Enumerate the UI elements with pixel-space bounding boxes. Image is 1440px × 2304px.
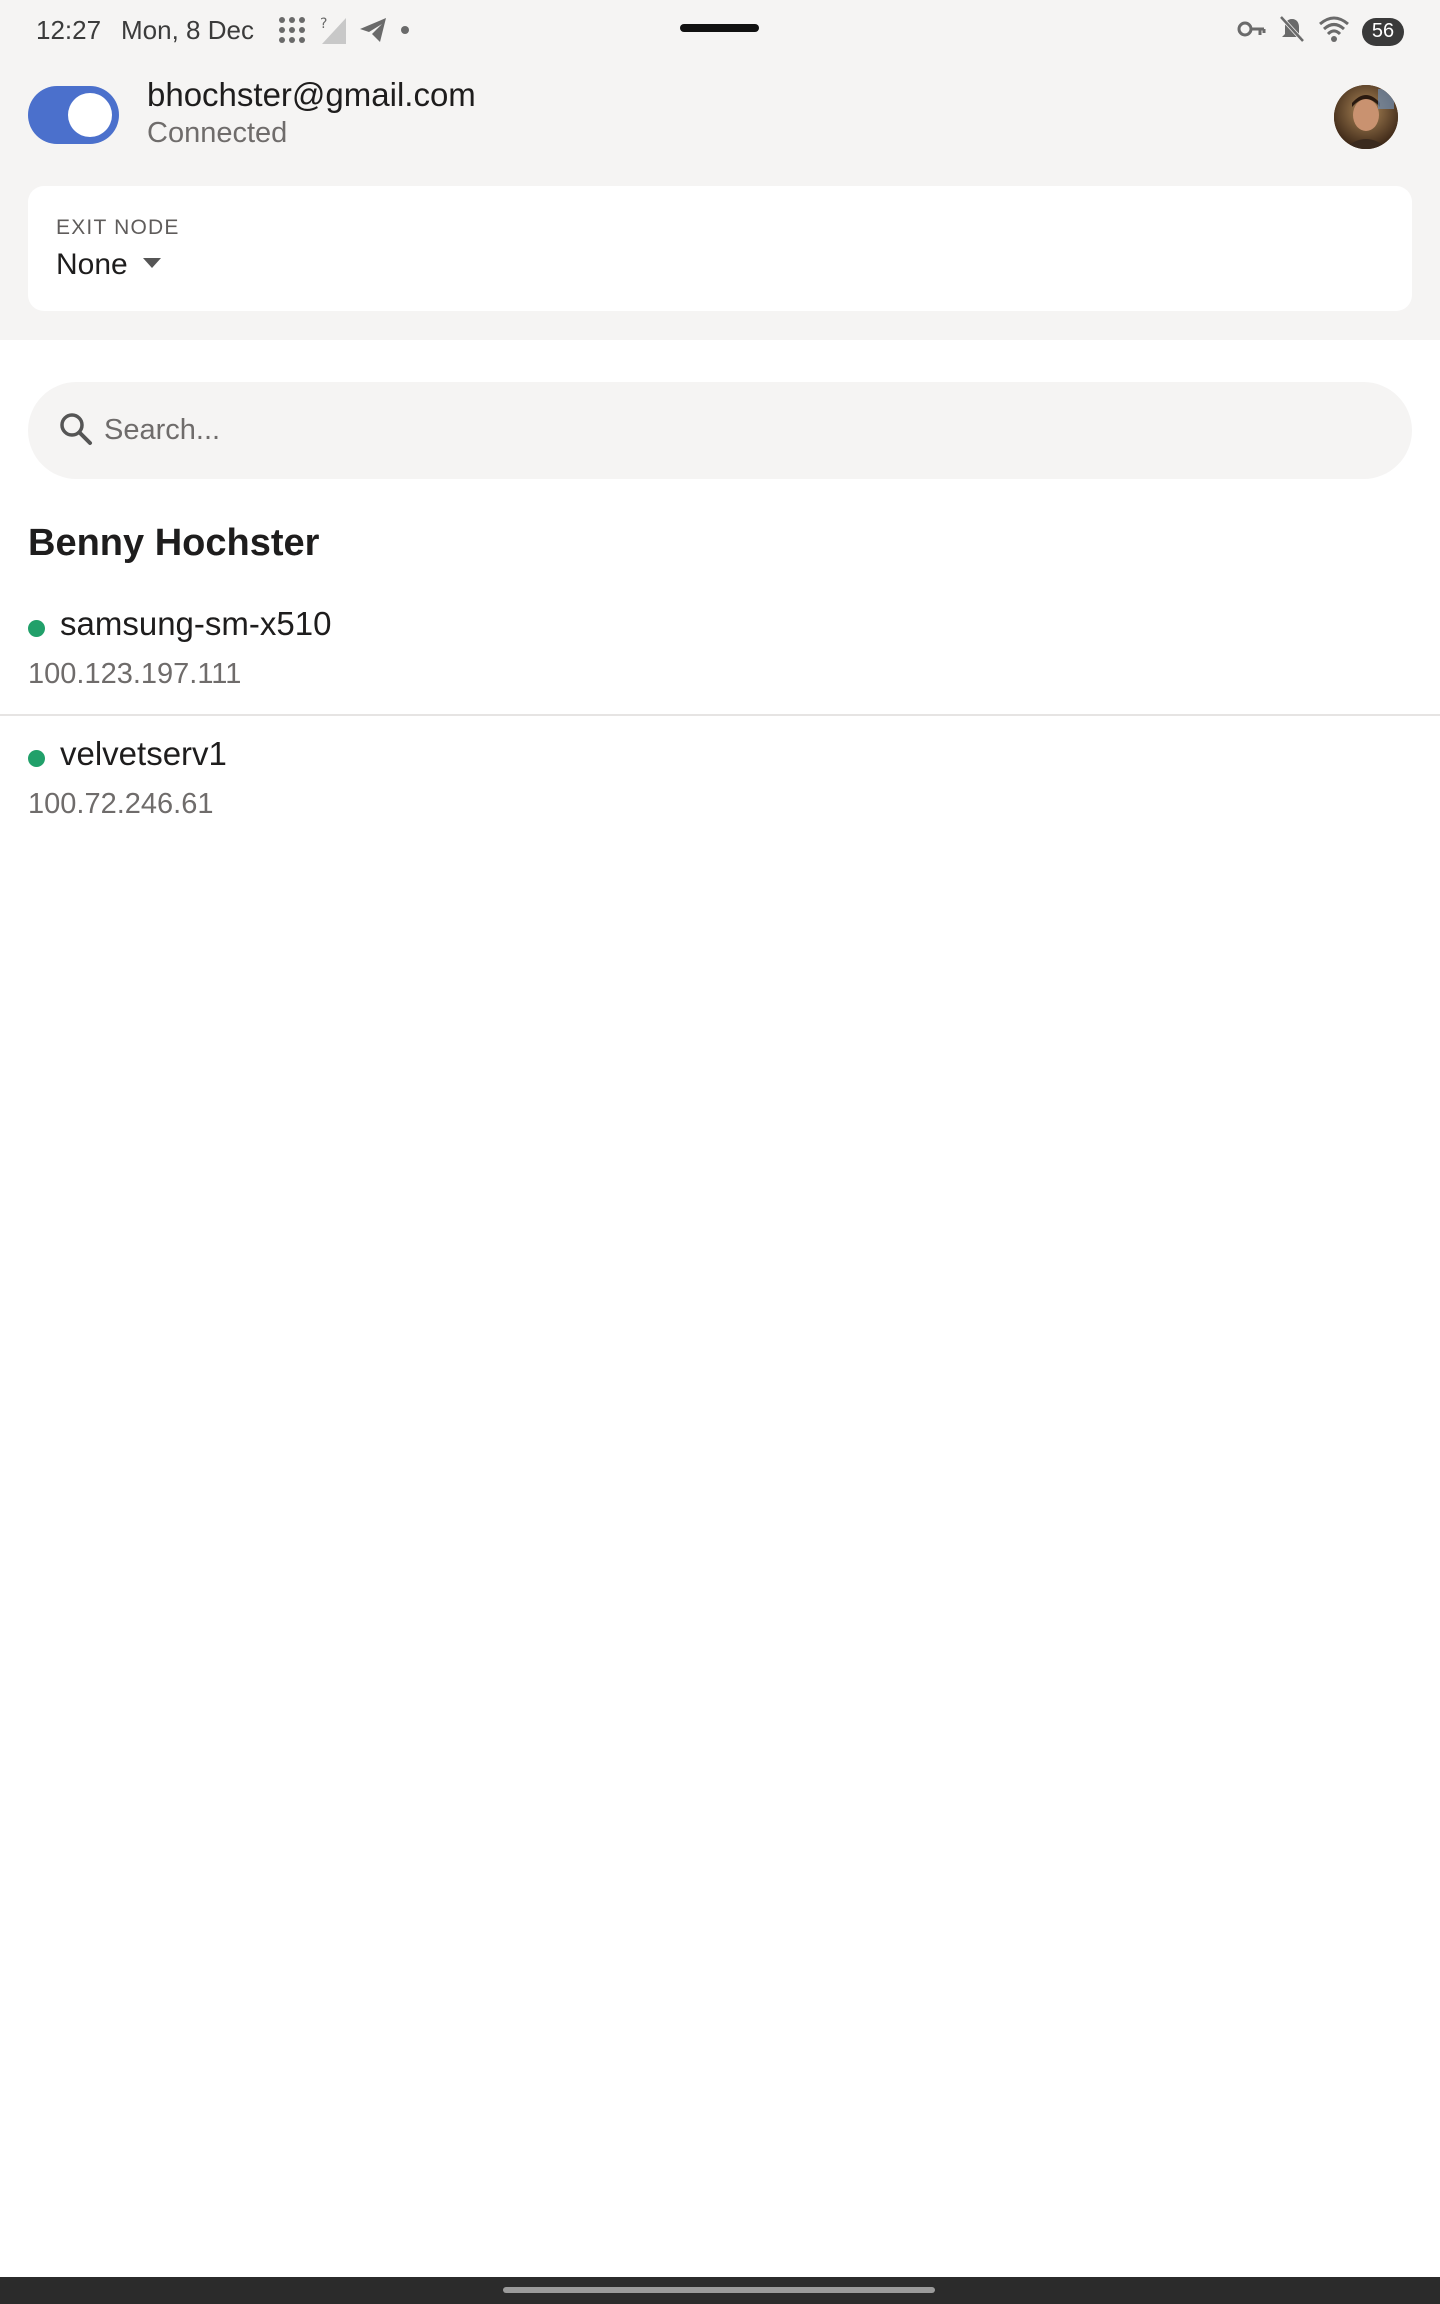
exit-node-value: None [56, 248, 128, 281]
system-nav-bar [0, 2277, 1440, 2304]
search-icon [58, 411, 94, 452]
peer-row[interactable]: samsung-sm-x510 100.123.197.111 [0, 588, 1440, 716]
connection-status: Connected [147, 117, 288, 149]
wifi-icon [1318, 14, 1350, 49]
battery-icon: 56 [1362, 17, 1404, 46]
signal-unknown-icon: ? [318, 14, 348, 51]
home-gesture-handle[interactable] [503, 2287, 935, 2293]
vpn-key-icon [1236, 14, 1266, 49]
dropdown-arrow-icon [142, 256, 162, 274]
status-icons-right: 56 [1236, 14, 1404, 49]
header-area: 12:27 Mon, 8 Dec ? 56 bhochster@gmail.co… [0, 0, 1440, 340]
vpn-toggle[interactable] [28, 86, 119, 144]
exit-node-card[interactable]: EXIT NODE None [28, 186, 1412, 311]
avatar[interactable] [1334, 85, 1398, 149]
toggle-knob [68, 93, 112, 137]
svg-text:?: ? [320, 16, 327, 32]
dot-icon [398, 15, 412, 50]
app-grid-icon [276, 14, 308, 51]
peer-name: velvetserv1 [60, 735, 227, 772]
status-icons-left: ? [276, 14, 412, 51]
telegram-icon [358, 15, 388, 50]
exit-node-label: EXIT NODE [56, 216, 180, 239]
peer-owner-heading: Benny Hochster [28, 522, 320, 564]
peer-ip: 100.123.197.111 [28, 658, 242, 690]
camera-notch [680, 24, 759, 32]
tailscale-app-screen: 12:27 Mon, 8 Dec ? 56 bhochster@gmail.co… [0, 0, 1440, 2304]
status-time: 12:27 [36, 15, 102, 45]
status-bar: 12:27 Mon, 8 Dec ? 56 [0, 0, 1440, 62]
status-date: Mon, 8 Dec [121, 15, 254, 45]
search-input[interactable] [104, 402, 1384, 459]
peer-row[interactable]: velvetserv1 100.72.246.61 [0, 718, 1440, 846]
peer-ip: 100.72.246.61 [28, 788, 214, 820]
peer-name: samsung-sm-x510 [60, 605, 332, 642]
account-email: bhochster@gmail.com [147, 76, 476, 113]
search-bar[interactable] [28, 382, 1412, 479]
exit-node-dropdown[interactable]: None [56, 248, 162, 282]
online-status-dot [28, 750, 45, 767]
online-status-dot [28, 620, 45, 637]
mute-icon [1278, 14, 1306, 49]
